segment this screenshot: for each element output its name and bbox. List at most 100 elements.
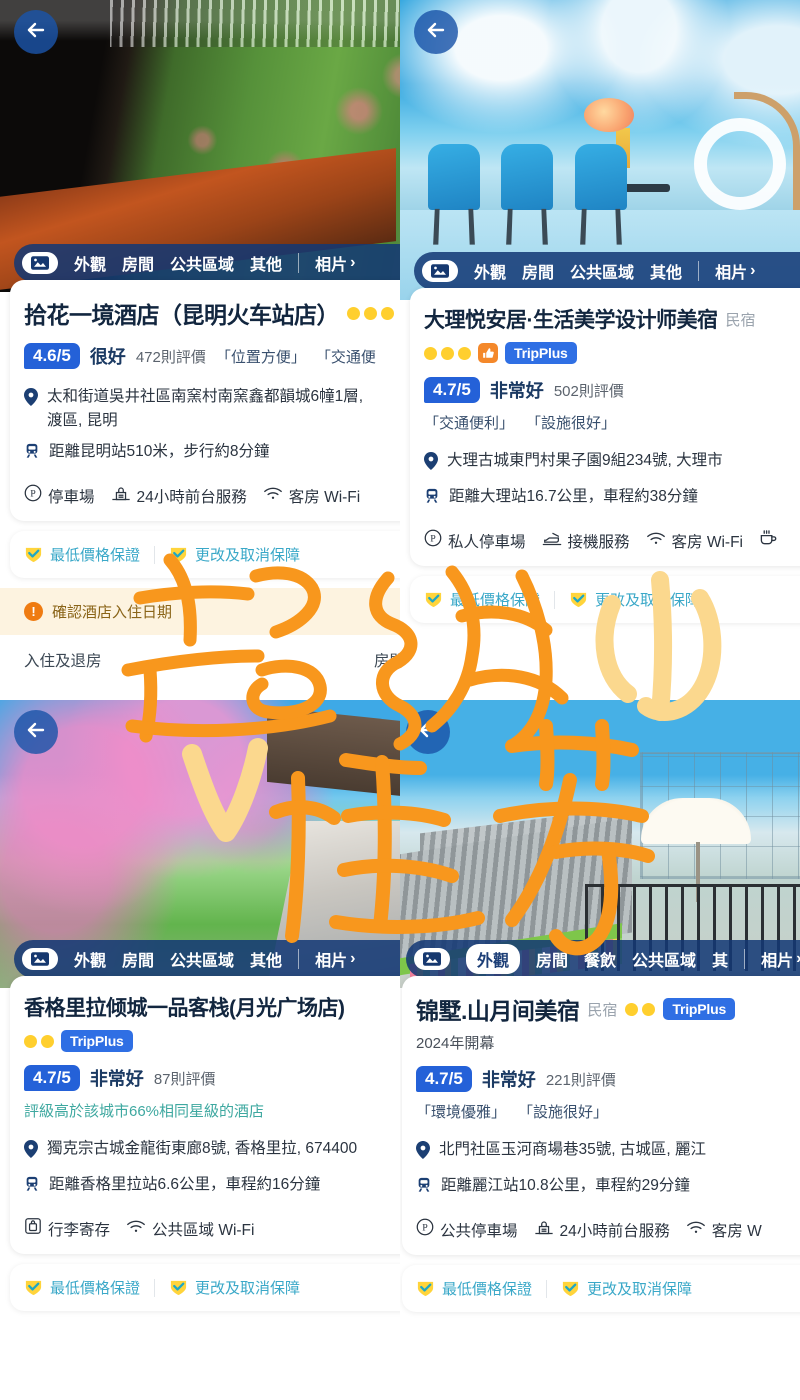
divider [298,949,300,969]
amenity-luggage: 行李寄存 [24,1217,110,1240]
location-pin-icon [24,385,38,414]
rating-row[interactable]: 4.7/5 非常好 87則評價 [24,1065,400,1091]
subtab-checkin[interactable]: 入住及退房 [24,649,102,671]
all-photos-link[interactable]: 相片 › [315,947,355,971]
blue-chair [574,144,627,245]
amenity-wifi: 公共區域 Wi-Fi [126,1218,254,1240]
amenity-label: 行李寄存 [48,1221,111,1239]
guarantee-price[interactable]: 最低價格保證 [24,1277,140,1298]
hotel-type-badge: 民宿 [587,1001,618,1019]
photo-cat-3[interactable]: 其他 [250,947,282,971]
star-dots [24,1034,54,1048]
guarantee-price[interactable]: 最低價格保證 [24,544,140,565]
guarantee-price[interactable]: 最低價格保證 [416,1278,532,1299]
amenity-label: 24小時前台服務 [559,1222,670,1240]
parking-icon: P [416,1218,434,1241]
detail-subtabs[interactable]: 入住及退房 房間及住 [0,635,400,671]
rating-row[interactable]: 4.7/5 非常好 221則評價 [416,1066,800,1092]
photo-cat-1[interactable]: 房間 [522,259,554,283]
transit-text: 距離昆明站510米，步行約8分鐘 [49,443,270,461]
guarantee-cancel[interactable]: 更改及取消保障 [169,544,300,565]
photo-cat-3[interactable]: 其他 [250,251,282,275]
hotel-address[interactable]: 太和街道吳井社區南窯村南窯鑫都韻城6幢1層, 渡區, 昆明 [24,385,400,433]
review-count: 87則評價 [153,1070,216,1088]
photo-cat-3[interactable]: 公共區域 [632,947,696,971]
amenity-label: 公共停車場 [440,1222,518,1240]
photo-cat-2[interactable]: 公共區域 [170,251,234,275]
back-button[interactable] [414,10,458,54]
photo-cat-1[interactable]: 房間 [122,251,154,275]
photo-category-bar[interactable]: 外觀 房間 餐飲 公共區域 其 相片 › [406,940,800,978]
all-photos-link[interactable]: 相片 › [315,251,355,275]
all-photos-label: 相片 [315,953,348,970]
hotel-hero-photo[interactable]: 外觀 房間 公共區域 其他 相片 › [0,700,400,988]
guarantee-label: 更改及取消保障 [595,592,701,610]
hotel-hero-photo[interactable]: 外觀 房間 公共區域 其他 相片 › [0,0,400,292]
chevron-right-icon: › [796,950,800,968]
flower-bouquet [584,98,634,132]
parking-icon: P [424,529,442,552]
divider [698,261,700,281]
photo-gallery-icon[interactable] [22,948,58,970]
star-dots [424,346,471,360]
amenity-front-desk: 24小時前台服務 [111,484,247,507]
back-button[interactable] [14,710,58,754]
chevron-right-icon: › [750,262,756,279]
amenity-parking: P 停車場 [24,484,95,507]
back-button[interactable] [14,10,58,54]
hotel-title-row: 拾花一境酒店（昆明火车站店） [24,296,400,330]
wifi-icon [686,1220,706,1240]
all-photos-link[interactable]: 相片 › [715,259,755,283]
photo-category-bar[interactable]: 外觀 房間 公共區域 其他 相片 › [414,252,800,290]
photo-cat-1[interactable]: 房間 [122,947,154,971]
hotel-hero-photo[interactable]: 外觀 房間 公共區域 其他 相片 › [400,0,800,300]
hotel-hero-photo[interactable]: 外觀 房間 餐飲 公共區域 其 相片 › [400,700,800,988]
all-photos-link[interactable]: 相片 › [761,947,800,971]
photo-category-bar[interactable]: 外觀 房間 公共區域 其他 相片 › [14,940,400,978]
photo-cat-2[interactable]: 公共區域 [170,947,234,971]
photo-cat-3[interactable]: 其他 [650,259,682,283]
dot [642,1002,656,1016]
subtab-rooms[interactable]: 房間及住 [374,649,400,671]
front-desk-icon [534,1218,554,1241]
photo-gallery-icon[interactable] [422,260,458,282]
photo-gallery-icon[interactable] [414,948,450,970]
back-button[interactable] [406,710,450,754]
hotel-address[interactable]: 大理古城東門村果子園9組234號, 大理市 [424,449,800,478]
photo-cat-0[interactable]: 外觀 [74,251,106,275]
guarantee-cancel[interactable]: 更改及取消保障 [561,1278,692,1299]
all-photos-label: 相片 [315,257,348,274]
photo-cat-2[interactable]: 餐飲 [584,947,616,971]
alert-icon: ! [24,602,43,622]
amenities-row: P 公共停車場 24小時前台服務 客房 W [416,1218,800,1241]
checkin-date-warning[interactable]: ! 確認酒店入住日期 [0,588,400,636]
guarantee-label: 更改及取消保障 [587,1281,693,1299]
photo-cat-0[interactable]: 外觀 [474,259,506,283]
rating-row[interactable]: 4.7/5 非常好 502則評價 [424,377,800,403]
guarantee-cancel[interactable]: 更改及取消保障 [569,589,700,610]
guarantee-price[interactable]: 最低價格保證 [424,589,540,610]
photo-cat-4[interactable]: 其 [712,947,728,971]
photo-cat-0-selected[interactable]: 外觀 [466,944,521,974]
hotel-address[interactable]: 北門社區玉河商場巷35號, 古城區, 麗江 [416,1138,800,1167]
hotel-detail-card: 拾花一境酒店（昆明火车站店） 4.6/5 很好 472則評價 「位置方便」 「交… [10,280,400,522]
photo-gallery-icon[interactable] [22,252,58,274]
photo-category-bar[interactable]: 外觀 房間 公共區域 其他 相片 › [14,244,400,282]
rating-word: 很好 [89,347,126,367]
transit-info: 距離昆明站510米，步行約8分鐘 [24,440,400,467]
amenity-parking: P 公共停車場 [416,1218,518,1241]
dot [347,306,360,320]
photo-cat-0[interactable]: 外觀 [74,947,106,971]
photo-cat-1[interactable]: 房間 [536,947,568,971]
amenities-row: P 私人停車場 接機服務 客房 Wi-Fi [424,529,800,552]
hotel-address[interactable]: 獨克宗古城金龍街東廊8號, 香格里拉, 674400 [24,1137,400,1166]
amenity-label: 客房 W [711,1222,762,1240]
page-title: 香格里拉倾城一品客栈(月光广场店) [24,997,345,1020]
address-line-2: 渡區, 昆明 [47,412,118,430]
photo-cat-2[interactable]: 公共區域 [570,259,634,283]
rating-score: 4.7/5 [416,1066,472,1092]
rating-row[interactable]: 4.6/5 很好 472則評價 「位置方便」 「交通便 [24,343,400,369]
guarantee-cancel[interactable]: 更改及取消保障 [169,1277,300,1298]
tripplus-badge: TripPlus [61,1030,133,1052]
front-desk-icon [111,484,131,507]
